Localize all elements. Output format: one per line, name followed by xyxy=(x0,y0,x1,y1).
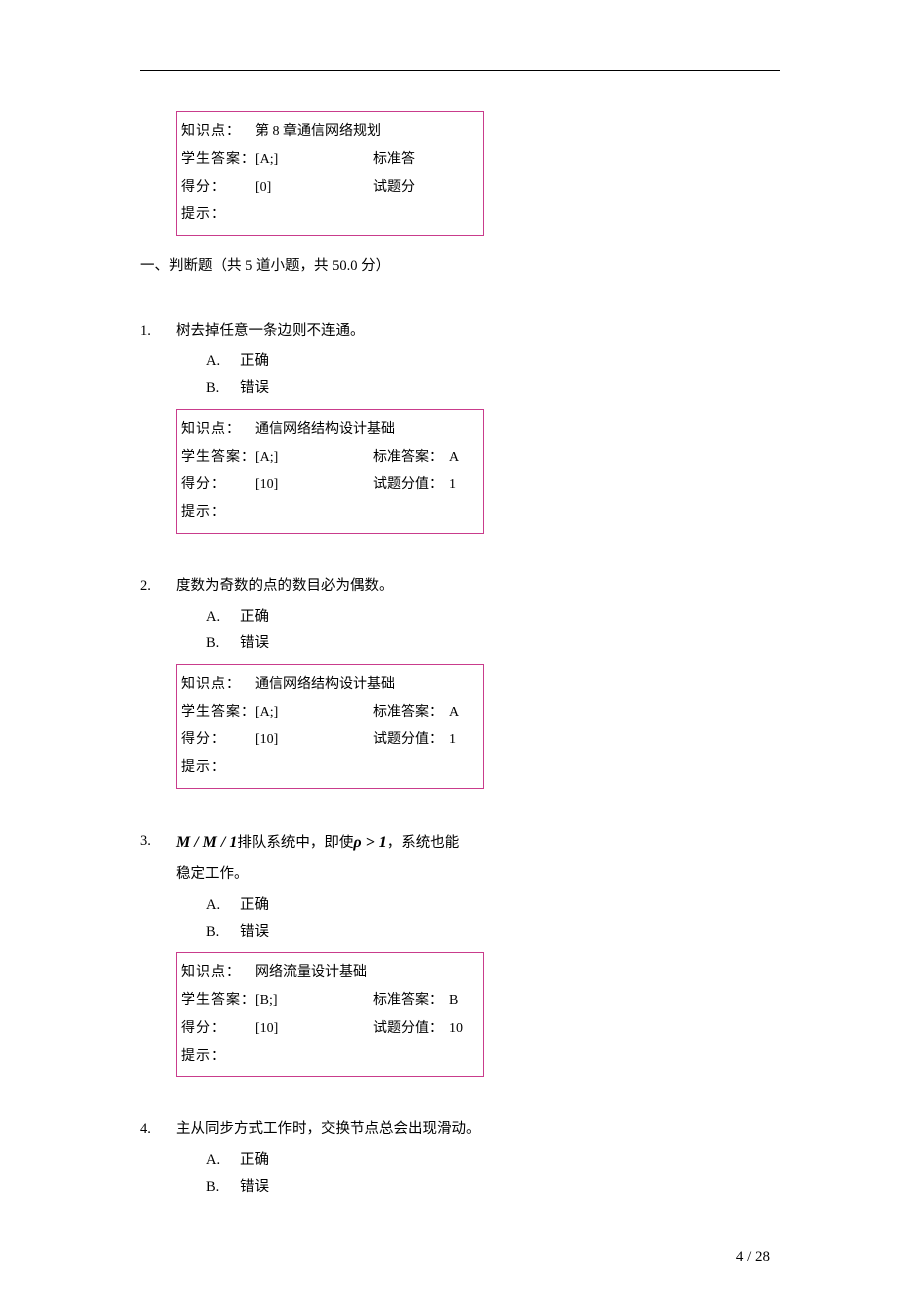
option-b: B. 错误 xyxy=(206,1175,780,1200)
option-letter: B. xyxy=(206,1175,240,1200)
stem-mid: 排队系统中，即使 xyxy=(237,835,353,851)
standard-answer-label: 标准答案： xyxy=(373,446,443,470)
option-letter: B. xyxy=(206,376,240,401)
q-stem-text: 树去掉任意一条边则不连通。 xyxy=(176,319,780,344)
q-number: 1. xyxy=(140,319,176,344)
student-answer-value: [A;] xyxy=(255,446,373,470)
question-score-label: 试题分值： xyxy=(373,1017,443,1041)
option-letter: B. xyxy=(206,920,240,945)
question-score-label: 试题分值： xyxy=(373,473,443,497)
score-value: [0] xyxy=(255,176,373,200)
question-score-label: 试题分值： xyxy=(373,728,443,752)
kp-label: 知识点： xyxy=(181,418,255,442)
student-answer-label: 学生答案： xyxy=(181,148,255,172)
question-1: 1. 树去掉任意一条边则不连通。 A. 正确 B. 错误 知识点： 通信网络结构… xyxy=(140,319,780,534)
kp-label: 知识点： xyxy=(181,673,255,697)
q-stem-text: M / M / 1排队系统中，即使ρ > 1，系统也能 xyxy=(176,829,780,856)
question-score-value: 1 xyxy=(443,473,456,497)
q-number: 2. xyxy=(140,574,176,599)
option-b: B. 错误 xyxy=(206,376,780,401)
kp-label: 知识点： xyxy=(181,961,255,985)
score-label: 得分： xyxy=(181,1017,255,1041)
score-label: 得分： xyxy=(181,728,255,752)
option-a: A. 正确 xyxy=(206,893,780,918)
option-text: 正确 xyxy=(240,1148,269,1173)
hint-label: 提示： xyxy=(181,501,255,525)
q-stem-continuation: 稳定工作。 xyxy=(176,862,780,887)
score-label: 得分： xyxy=(181,473,255,497)
student-answer-value: [B;] xyxy=(255,989,373,1013)
standard-answer-label: 标准答案： xyxy=(373,989,443,1013)
option-text: 正确 xyxy=(240,893,269,918)
standard-answer-value: B xyxy=(443,989,458,1013)
section-heading: 一、判断题（共 5 道小题，共 50.0 分） xyxy=(140,254,780,279)
top-rule xyxy=(140,70,780,71)
question-4: 4. 主从同步方式工作时，交换节点总会出现滑动。 A. 正确 B. 错误 xyxy=(140,1117,780,1199)
option-letter: A. xyxy=(206,605,240,630)
hint-label: 提示： xyxy=(181,203,255,227)
option-text: 错误 xyxy=(240,376,269,401)
kp-value: 通信网络结构设计基础 xyxy=(255,418,483,442)
standard-answer-value: A xyxy=(443,701,459,725)
student-answer-label: 学生答案： xyxy=(181,989,255,1013)
page-number: 4 / 28 xyxy=(736,1245,770,1271)
standard-answer-label: 标准答案： xyxy=(373,701,443,725)
standard-answer-label: 标准答 xyxy=(373,148,415,172)
option-a: A. 正确 xyxy=(206,605,780,630)
question-score-value: 10 xyxy=(443,1017,463,1041)
option-b: B. 错误 xyxy=(206,631,780,656)
question-3: 3. M / M / 1排队系统中，即使ρ > 1，系统也能 稳定工作。 A. … xyxy=(140,829,780,1077)
option-text: 错误 xyxy=(240,920,269,945)
math-expr-mm1: M / M / 1 xyxy=(176,834,237,851)
option-letter: A. xyxy=(206,893,240,918)
q2-info-box: 知识点： 通信网络结构设计基础 学生答案： [A;] 标准答案： A 得分： [… xyxy=(176,664,484,789)
q-number: 3. xyxy=(140,829,176,856)
option-letter: A. xyxy=(206,349,240,374)
score-value: [10] xyxy=(255,1017,373,1041)
standard-answer-value: A xyxy=(443,446,459,470)
page: 知识点： 第 8 章通信网络规划 学生答案： [A;] 标准答 得分： [0] … xyxy=(0,0,920,1302)
q-stem-text: 度数为奇数的点的数目必为偶数。 xyxy=(176,574,780,599)
option-text: 正确 xyxy=(240,349,269,374)
student-answer-label: 学生答案： xyxy=(181,701,255,725)
question-score-value: 1 xyxy=(443,728,456,752)
option-text: 错误 xyxy=(240,1175,269,1200)
option-letter: A. xyxy=(206,1148,240,1173)
student-answer-value: [A;] xyxy=(255,148,373,172)
q3-info-box: 知识点： 网络流量设计基础 学生答案： [B;] 标准答案： B 得分： [10… xyxy=(176,952,484,1077)
score-value: [10] xyxy=(255,473,373,497)
kp-value: 网络流量设计基础 xyxy=(255,961,483,985)
hint-label: 提示： xyxy=(181,756,255,780)
option-a: A. 正确 xyxy=(206,349,780,374)
option-letter: B. xyxy=(206,631,240,656)
student-answer-label: 学生答案： xyxy=(181,446,255,470)
stem-post: ，系统也能 xyxy=(387,835,460,851)
score-value: [10] xyxy=(255,728,373,752)
kp-value: 通信网络结构设计基础 xyxy=(255,673,483,697)
q-number: 4. xyxy=(140,1117,176,1142)
student-answer-value: [A;] xyxy=(255,701,373,725)
top-info-box: 知识点： 第 8 章通信网络规划 学生答案： [A;] 标准答 得分： [0] … xyxy=(176,111,484,236)
q-stem-text: 主从同步方式工作时，交换节点总会出现滑动。 xyxy=(176,1117,780,1142)
question-score-label: 试题分 xyxy=(373,176,415,200)
q1-info-box: 知识点： 通信网络结构设计基础 学生答案： [A;] 标准答案： A 得分： [… xyxy=(176,409,484,534)
option-b: B. 错误 xyxy=(206,920,780,945)
math-expr-rho: ρ > 1 xyxy=(353,834,386,851)
option-text: 错误 xyxy=(240,631,269,656)
kp-label: 知识点： xyxy=(181,120,255,144)
option-text: 正确 xyxy=(240,605,269,630)
question-2: 2. 度数为奇数的点的数目必为偶数。 A. 正确 B. 错误 知识点： 通信网络… xyxy=(140,574,780,789)
kp-value: 第 8 章通信网络规划 xyxy=(255,120,483,144)
option-a: A. 正确 xyxy=(206,1148,780,1173)
score-label: 得分： xyxy=(181,176,255,200)
hint-label: 提示： xyxy=(181,1045,255,1069)
